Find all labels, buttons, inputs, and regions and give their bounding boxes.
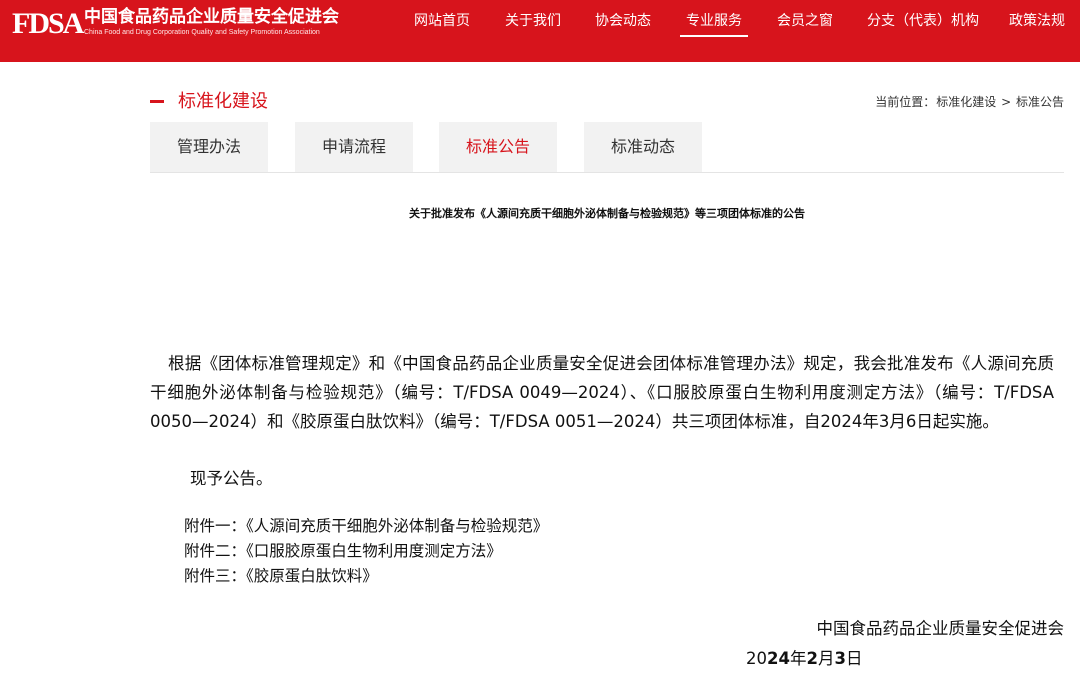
tab-management-methods[interactable]: 管理办法: [150, 122, 268, 172]
top-header-bar: FDSA 中国食品药品企业质量安全促进会 China Food and Drug…: [0, 0, 1080, 62]
breadcrumb-separator: >: [1001, 95, 1012, 109]
attachment-item: 附件一：《人源间充质干细胞外泌体制备与检验规范》: [184, 517, 549, 535]
breadcrumb: 当前位置：标准化建设 > 标准公告: [874, 93, 1064, 110]
nav-item-policies[interactable]: 政策法规: [1009, 12, 1065, 30]
date-year-prefix: 20: [746, 649, 767, 668]
nav-item-about[interactable]: 关于我们: [505, 12, 561, 30]
date-year-suffix: 24: [767, 649, 790, 668]
breadcrumb-item-announcements[interactable]: 标准公告: [1016, 95, 1064, 109]
nav-item-services[interactable]: 专业服务: [680, 12, 748, 37]
tab-standard-announcements[interactable]: 标准公告: [439, 122, 557, 172]
main-nav: 网站首页 关于我们 协会动态 专业服务 会员之窗 分支（代表）机构 政策法规: [0, 0, 1080, 42]
date-day: 3: [834, 649, 846, 668]
date-year-char: 年: [789, 649, 807, 668]
date-month: 2: [806, 649, 818, 668]
tab-standard-news[interactable]: 标准动态: [584, 122, 702, 172]
breadcrumb-item-standardization[interactable]: 标准化建设: [936, 95, 996, 109]
attachment-list: 附件一：《人源间充质干细胞外泌体制备与检验规范》 附件二：《口服胶原蛋白生物利用…: [184, 514, 548, 589]
nav-item-news[interactable]: 协会动态: [595, 12, 651, 30]
article-title: 关于批准发布《人源间充质干细胞外泌体制备与检验规范》等三项团体标准的公告: [409, 207, 805, 220]
article-body: 根据《团体标准管理规定》和《中国食品药品企业质量安全促进会团体标准管理办法》规定…: [150, 354, 1054, 431]
date-day-char: 日: [845, 649, 863, 668]
signature-date: 2024年2月3日: [746, 645, 862, 669]
signature-organization: 中国食品药品企业质量安全促进会: [816, 619, 1065, 638]
attachment-item: 附件三：《胶原蛋白肽饮料》: [184, 567, 378, 585]
nav-item-members[interactable]: 会员之窗: [777, 12, 833, 30]
attachment-item: 附件二：《口服胶原蛋白生物利用度测定方法》: [184, 542, 502, 560]
section-dash-marker: [150, 100, 164, 103]
section-title: 标准化建设: [178, 91, 268, 112]
article-notice: 现予公告。: [190, 469, 273, 488]
tab-divider: [150, 172, 1064, 173]
nav-item-home[interactable]: 网站首页: [414, 12, 470, 30]
date-month-char: 月: [817, 649, 835, 668]
breadcrumb-prefix: 当前位置：: [875, 95, 936, 109]
nav-item-branches[interactable]: 分支（代表）机构: [867, 12, 979, 30]
tab-application-process[interactable]: 申请流程: [295, 122, 413, 172]
